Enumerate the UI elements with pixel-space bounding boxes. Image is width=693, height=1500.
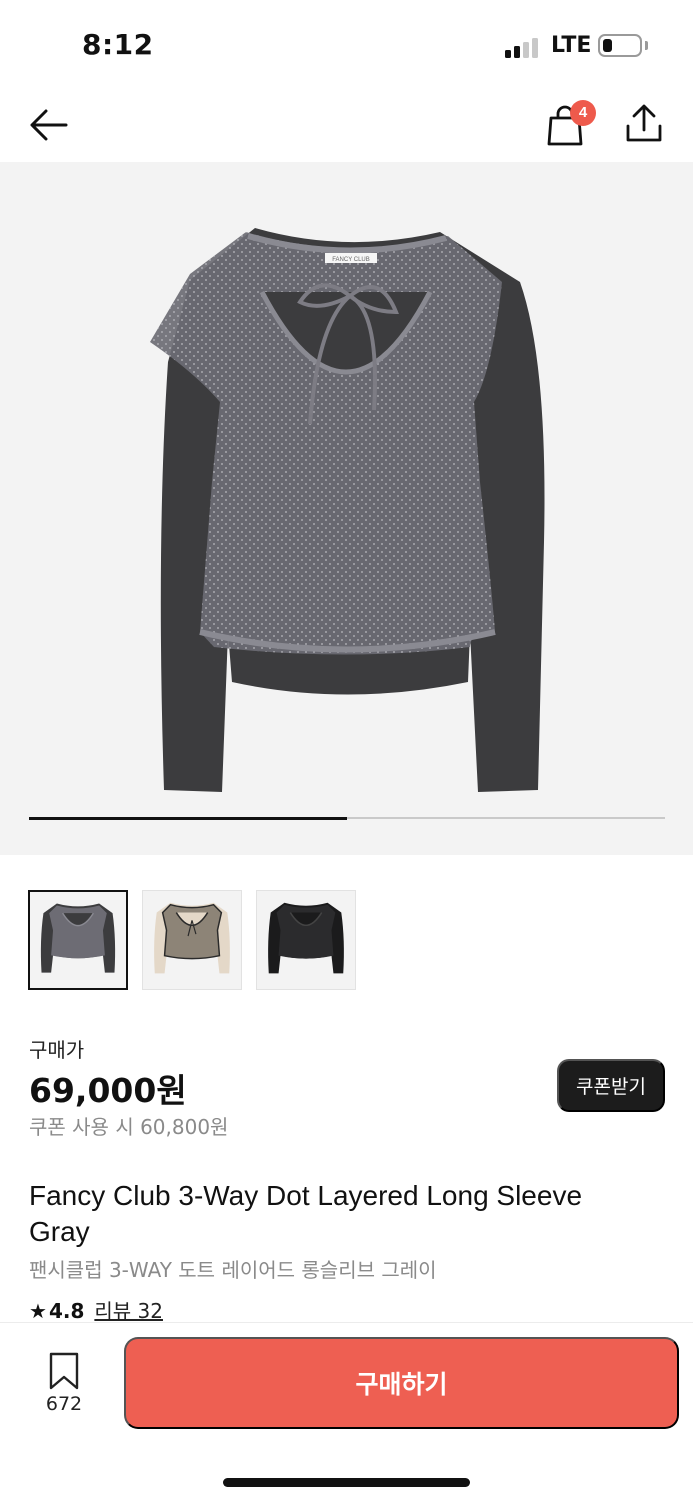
network-label: LTE	[551, 33, 592, 58]
cart-count-badge: 4	[570, 100, 596, 126]
star-icon: ★	[29, 1299, 47, 1323]
wishlist-count: 672	[45, 1393, 83, 1415]
share-icon	[626, 104, 662, 142]
status-time: 8:12	[82, 28, 154, 61]
buy-button[interactable]: 구매하기	[124, 1337, 679, 1429]
thumbnail-beige[interactable]	[142, 890, 242, 990]
signal-icon	[505, 36, 539, 58]
product-label-text: FANCY CLUB	[332, 257, 370, 263]
product-name-korean: 팬시클럽 3-WAY 도트 레이어드 롱슬리브 그레이	[29, 1258, 437, 1282]
gallery-progress-fill	[29, 816, 347, 820]
bottom-action-bar: 672 구매하기	[0, 1322, 693, 1500]
product-photo: FANCY CLUB	[150, 228, 545, 792]
price-value: 69,000원	[29, 1071, 187, 1110]
back-button[interactable]	[22, 98, 76, 152]
gallery-progress-track	[29, 816, 665, 820]
battery-icon	[598, 34, 642, 57]
thumbnail-black[interactable]	[256, 890, 356, 990]
bookmark-icon	[49, 1352, 79, 1390]
cart-button[interactable]: 4	[538, 96, 600, 154]
thumbnail-beige-image	[154, 902, 230, 974]
product-name-english: Fancy Club 3-Way Dot Layered Long Sleeve…	[29, 1180, 583, 1247]
top-nav-bar: 4	[0, 90, 693, 162]
price-label: 구매가	[29, 1038, 85, 1062]
get-coupon-button[interactable]: 쿠폰받기	[557, 1059, 665, 1112]
thumbnail-gray[interactable]	[28, 890, 128, 990]
share-button[interactable]	[618, 96, 670, 152]
rating-row: ★ 4.8 리뷰 32	[29, 1295, 163, 1324]
thumbnail-black-image	[268, 902, 344, 974]
product-image-gallery[interactable]: FANCY CLUB	[0, 162, 693, 855]
rating-score: 4.8	[48, 1299, 85, 1323]
battery-cap	[645, 41, 648, 50]
arrow-left-icon	[30, 109, 68, 141]
wishlist-button[interactable]: 672	[30, 1351, 98, 1431]
coupon-price: 쿠폰 사용 시 60,800원	[29, 1115, 229, 1139]
home-indicator	[223, 1478, 470, 1487]
status-bar: 8:12 LTE	[0, 0, 693, 90]
review-link[interactable]: 리뷰 32	[94, 1299, 163, 1323]
thumbnail-gray-image	[40, 903, 116, 973]
